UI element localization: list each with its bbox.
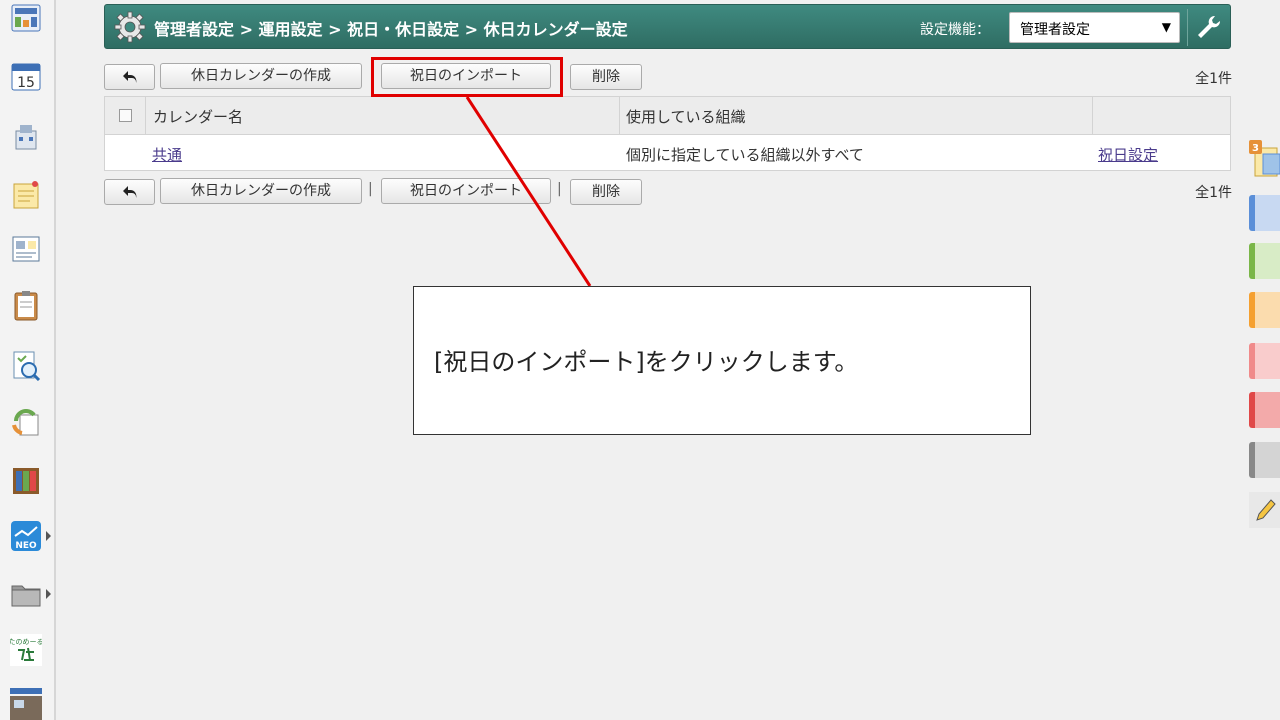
callout-text: [祝日のインポート]をクリックします。	[434, 348, 859, 376]
callout-box: [祝日のインポート]をクリックします。	[413, 286, 1031, 435]
